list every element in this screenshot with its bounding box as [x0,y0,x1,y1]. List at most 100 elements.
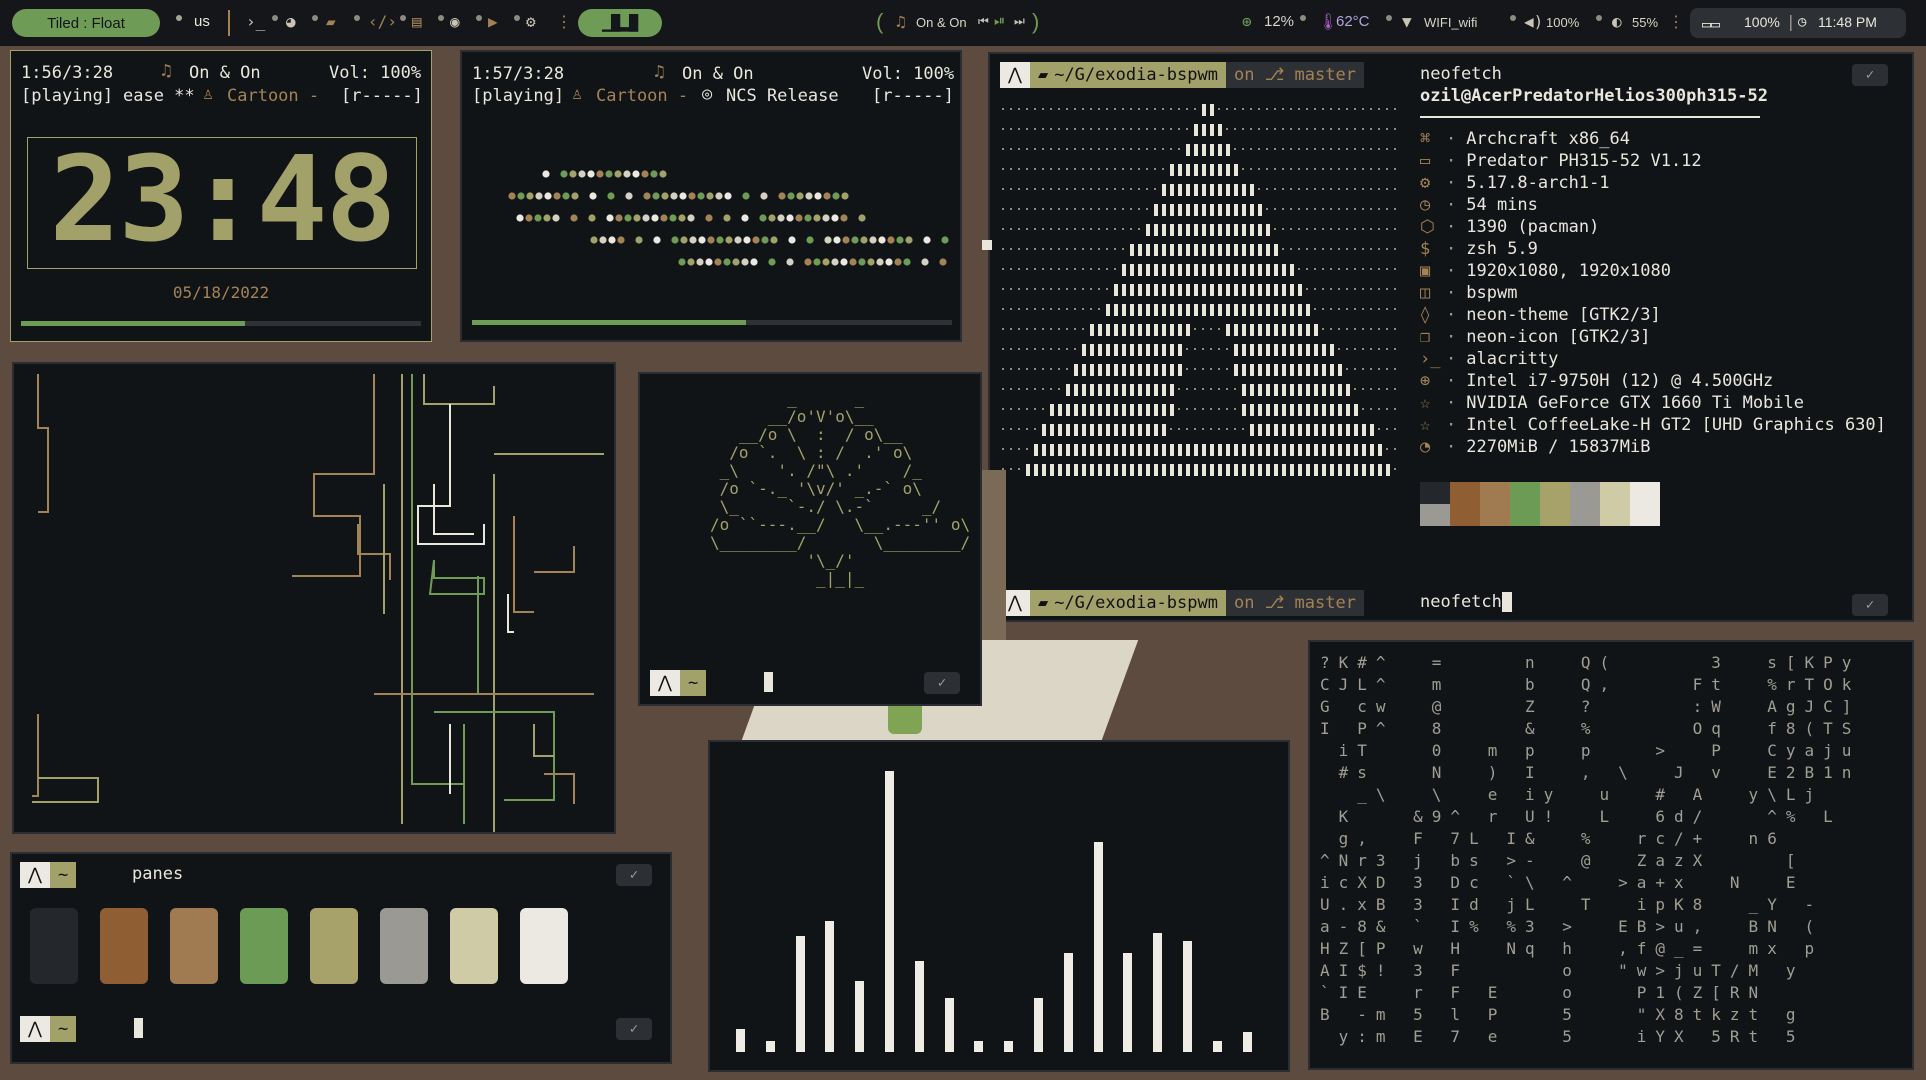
logo-dot [1098,228,1100,230]
music-visualizer-window[interactable]: 1:57/3:28 ♫ On & On Vol: 100% [playing] … [460,50,962,342]
firefox-icon[interactable]: ◕ [286,12,296,31]
logo-dot [1186,284,1190,296]
next-icon[interactable]: ⏭ [1014,14,1025,29]
pipe-segment [32,714,39,797]
logo-dot [1066,288,1068,290]
neofetch-terminal[interactable]: ⋀ ▰ ~/G/exodia-bspwm on ⎇ master neofetch… [988,52,1914,622]
brightness-level[interactable]: 55% [1632,15,1658,30]
logo-dot [1098,248,1100,250]
logo-dot [1034,188,1036,190]
logo-dot [1106,268,1108,270]
visualizer-dot [587,170,595,178]
chat-icon[interactable]: ◉ [450,12,460,31]
logo-dot [1090,248,1092,250]
youtube-icon[interactable]: ▶ [488,12,498,31]
logo-dot [1002,248,1004,250]
logo-dot [1290,424,1294,436]
package-icon: ⬡ [1420,217,1435,237]
book-icon[interactable]: ▤ [412,12,422,31]
logo-dot [1058,348,1060,350]
bullet: · [1446,261,1457,281]
menu-icon[interactable]: ⋮ [556,12,572,31]
brightness-icon[interactable]: ◐ [1612,12,1622,31]
logo-dot [1082,328,1084,330]
logo-dot [1394,228,1396,230]
logo-dot [1034,464,1038,476]
settings-icon[interactable]: ⚙ [526,12,536,31]
logo-dot [1362,188,1364,190]
logo-dot [1322,384,1326,396]
logo-dot [1018,328,1020,330]
logo-dot [1162,168,1164,170]
wifi-ssid[interactable]: WIFI_wifi [1424,15,1477,30]
workspaces-icon[interactable]: ▁█▂█ [578,9,662,37]
play-pause-icon[interactable]: ⏯ [994,13,1005,29]
logo-dot [1194,184,1198,196]
pipes-terminal[interactable] [12,362,616,834]
wifi-icon[interactable]: ▼ [1402,12,1412,31]
logo-dot [1010,288,1012,290]
logo-dot [1218,264,1222,276]
visualizer-dot [805,192,813,200]
matrix-row: iT 0 m p p > P Cyaju [1320,741,1861,760]
logo-dot [1130,424,1134,436]
keyboard-layout[interactable]: us [194,13,210,30]
logo-dot [1210,464,1214,476]
visualizer-dot [761,236,769,244]
logo-dot [1194,284,1198,296]
layout-mode-button[interactable]: Tiled : Float [12,9,160,37]
ascii-art-terminal[interactable]: _ _ __/o'V'o\__ __/o \ : / o\__ /o `. \ … [638,372,982,706]
logo-dot [1394,148,1396,150]
logo-dot [1090,424,1094,436]
logo-dot [1322,464,1326,476]
logo-dot [1090,188,1092,190]
logo-dot [1114,108,1116,110]
visualizer-dot [697,192,705,200]
logo-dot [1386,128,1388,130]
logo-dot [1306,208,1308,210]
logo-dot [1210,408,1212,410]
logo-dot [1066,208,1068,210]
music-icon: ♫ [896,12,906,31]
panes-terminal[interactable]: ⋀ ~ panes ✓ ⋀ ~ ✓ [10,852,672,1064]
visualizer-bar [736,1029,745,1052]
logo-dot [1042,148,1044,150]
logo-dot [1026,328,1028,330]
music-clock-window[interactable]: 1:56/3:28 ♫ On & On Vol: 100% [playing] … [10,50,432,342]
logo-dot [1354,444,1358,456]
logo-dot [1234,304,1238,316]
volume-icon[interactable]: ◀) [1524,12,1543,31]
volume-level[interactable]: 100% [1546,15,1579,30]
folder-icon[interactable]: ▰ [326,12,336,31]
logo-dot [1002,148,1004,150]
command-input[interactable]: neofetch_ [1420,592,1513,612]
logo-dot [1090,108,1092,110]
logo-dot [1114,424,1118,436]
logo-dot [1394,468,1396,470]
logo-dot [1018,248,1020,250]
options-icon[interactable]: ⋮ [1668,12,1684,31]
visualizer-dot [590,236,598,244]
logo-dot [1266,108,1268,110]
logo-dot [1218,244,1222,256]
logo-dot [1274,244,1278,256]
matrix-row: HZ[P w H Nq h ,f@_= mx p [1320,939,1824,958]
logo-dot [1258,444,1262,456]
prev-icon[interactable]: ⏮ [978,14,989,29]
playback-progress[interactable] [472,320,952,325]
logo-dot [1378,388,1380,390]
code-icon[interactable]: ‹/› [368,12,397,31]
terminal-icon[interactable]: ›_ [246,12,265,31]
logo-dot [1274,148,1276,150]
arch-icon: ⋀ [650,670,680,696]
logo-dot [1162,184,1166,196]
logo-dot [1114,284,1118,296]
visualizer-dot [553,192,561,200]
logo-dot [1154,284,1158,296]
audio-visualizer[interactable] [708,740,1290,1072]
logo-dot [1042,248,1044,250]
star-icon: ☆ [1420,393,1431,413]
matrix-terminal[interactable]: ?K#^ = n Q( 3 s[KPy CJL^ m b Q, Ft %rTOk G… [1308,640,1914,1070]
playback-progress[interactable] [21,321,421,326]
logo-dot [1170,304,1174,316]
